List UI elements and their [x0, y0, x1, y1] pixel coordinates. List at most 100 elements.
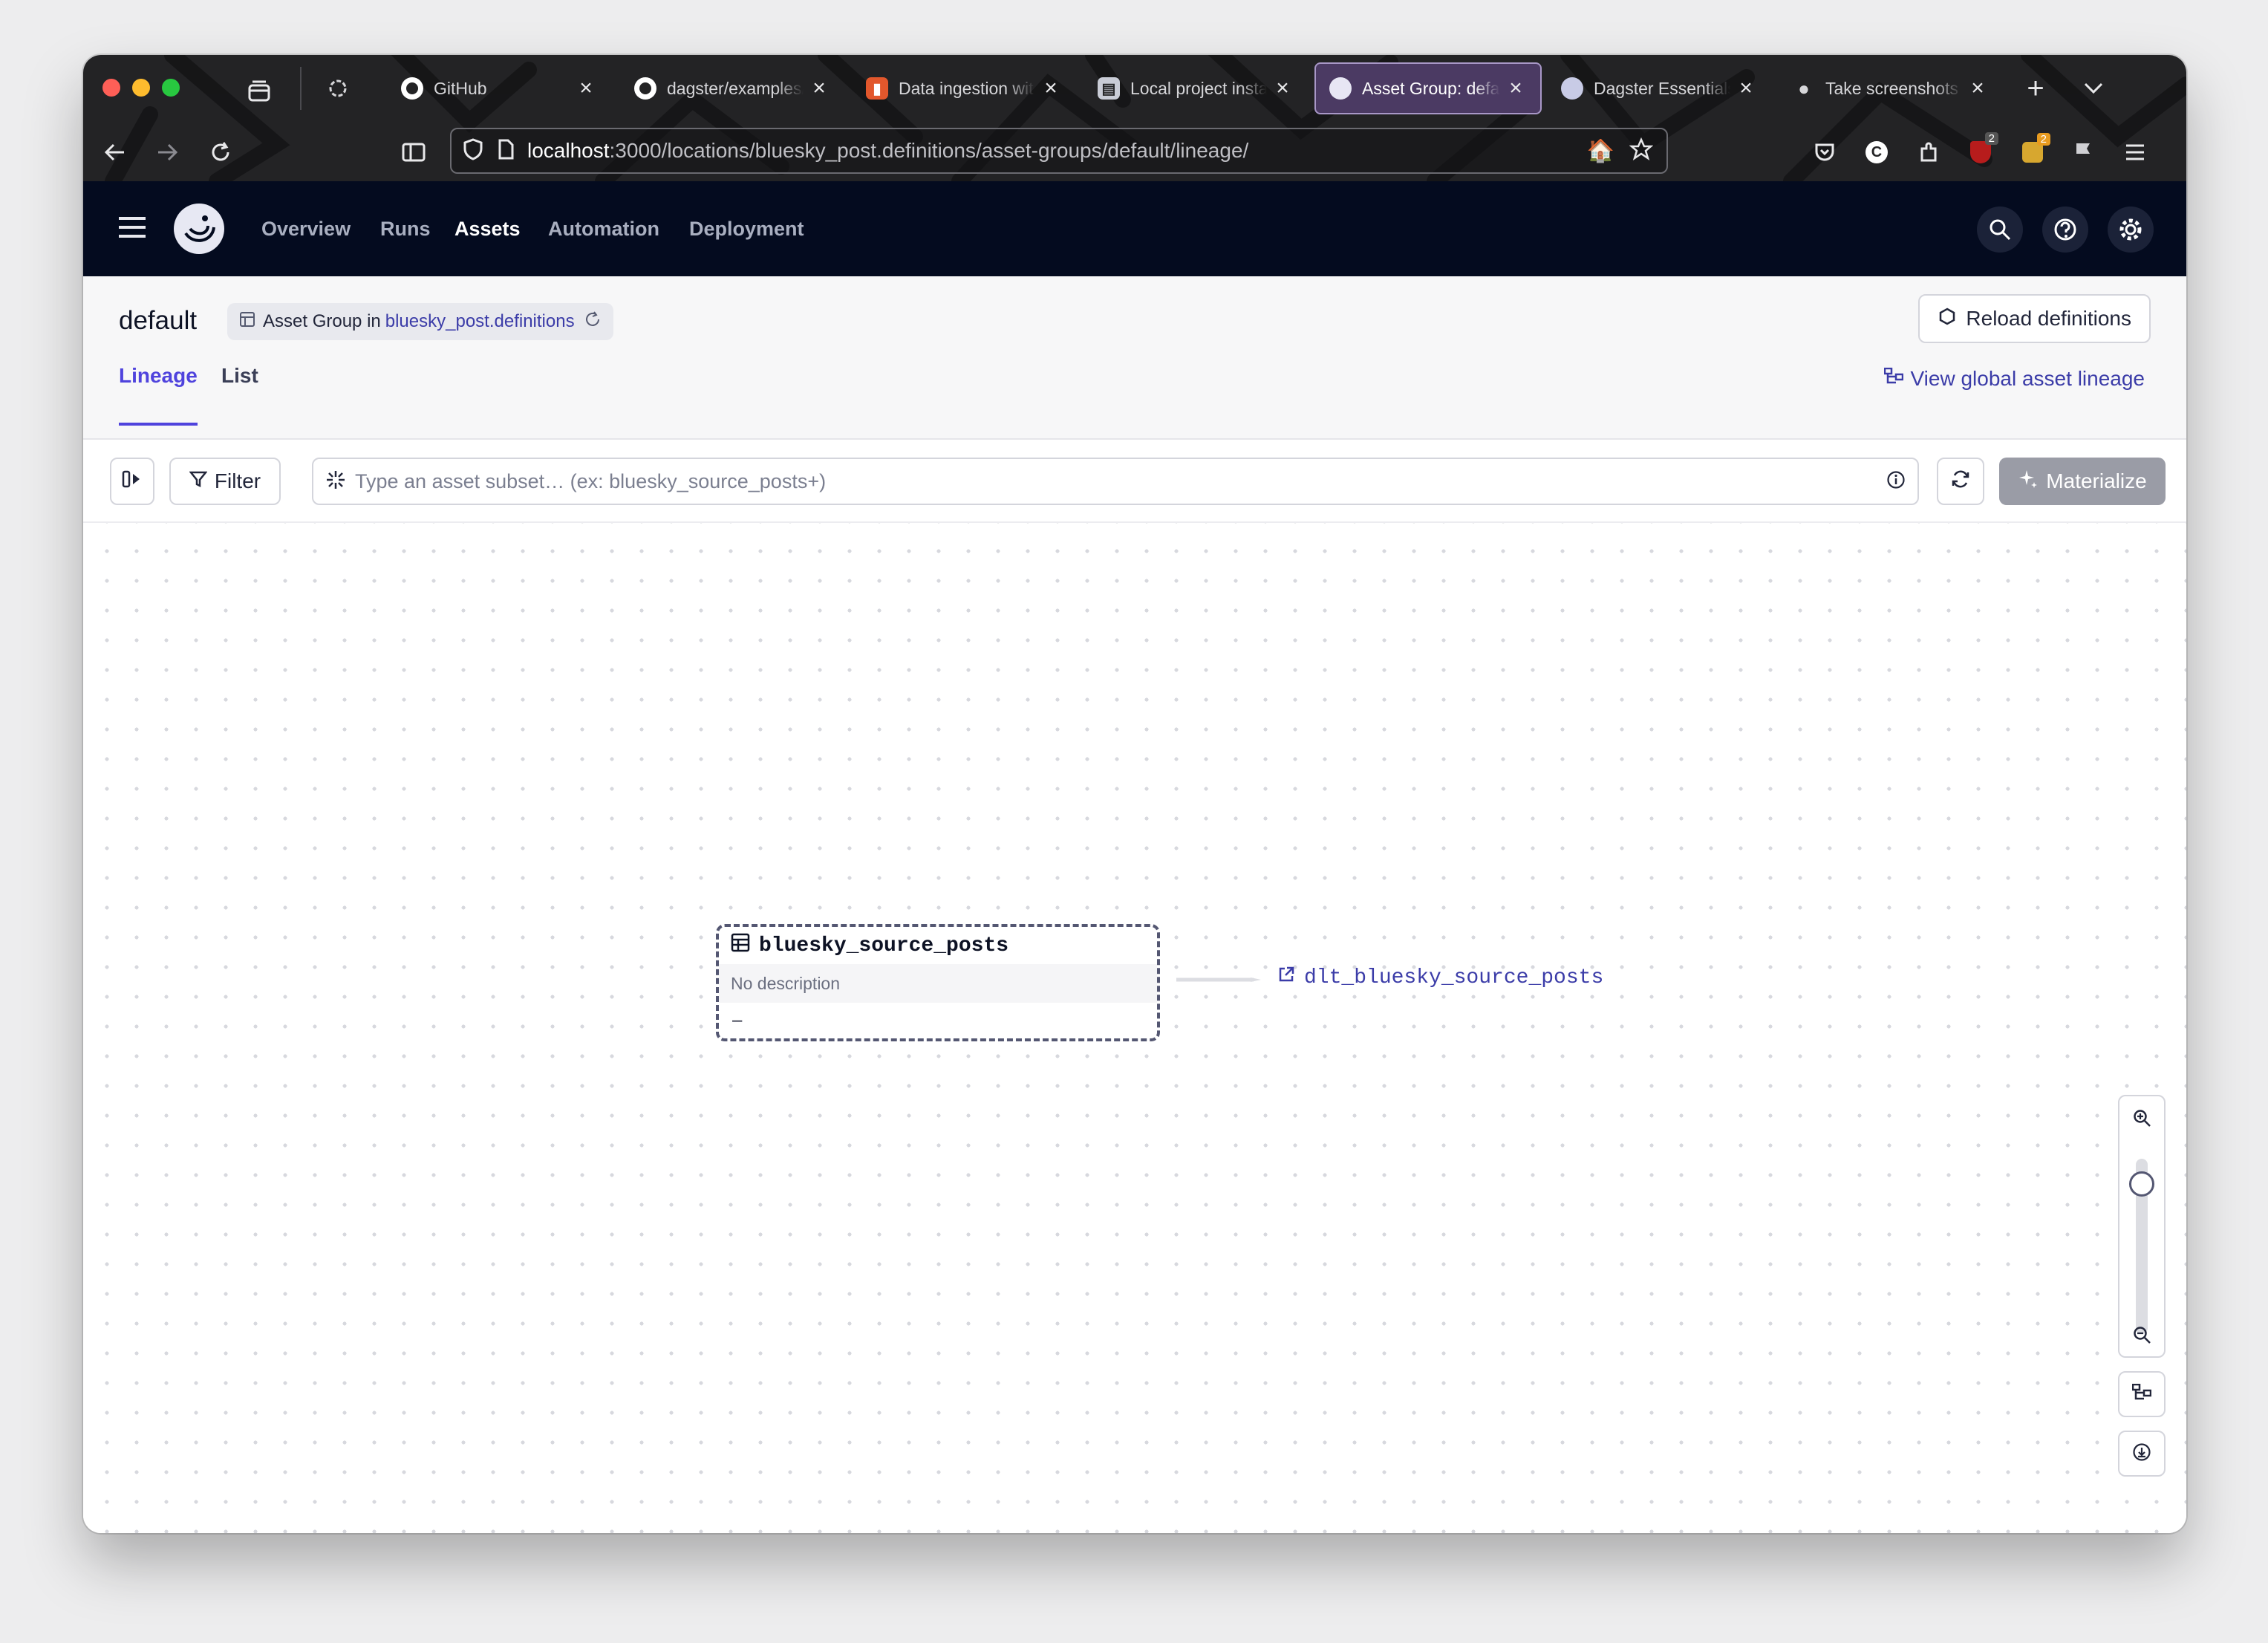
tab-label: Asset Group: defa [1362, 78, 1500, 98]
tab-overview-icon[interactable] [241, 73, 278, 110]
search-icon[interactable] [1977, 206, 2023, 253]
sparkle-icon [2018, 469, 2039, 495]
maximize-window-button[interactable] [162, 79, 180, 97]
tab-dagster-essentials[interactable]: Dagster Essentials × [1548, 62, 1770, 114]
url-bar[interactable]: localhost:3000/locations/bluesky_post.de… [450, 128, 1668, 174]
zoom-slider-thumb[interactable] [2129, 1171, 2154, 1197]
nav-automation[interactable]: Automation [548, 181, 659, 276]
menu-icon[interactable] [2117, 134, 2154, 171]
tab-label: dagster/examples/ [667, 78, 804, 98]
lineage-edge [1176, 977, 1261, 982]
zoom-out-icon[interactable] [2119, 1313, 2164, 1356]
asset-node-name: bluesky_source_posts [759, 934, 1009, 957]
tab-label: Take screenshots [1825, 78, 1958, 98]
layout-direction-button[interactable] [2118, 1371, 2166, 1417]
url-path: :3000/locations/bluesky_post.definitions… [609, 139, 1249, 162]
asset-node-status: – [732, 1010, 743, 1030]
code-location-link[interactable]: bluesky_post.definitions [385, 311, 575, 332]
star-icon[interactable] [1629, 137, 1654, 165]
close-icon[interactable]: × [1735, 76, 1757, 101]
close-icon[interactable]: × [1040, 76, 1062, 101]
bookmark-icon: ▮ [866, 77, 888, 100]
info-icon[interactable] [1886, 470, 1906, 493]
tab-label: Local project insta [1130, 78, 1267, 98]
filter-button[interactable]: Filter [169, 458, 281, 505]
table-icon [239, 311, 255, 333]
close-icon[interactable]: × [808, 76, 830, 101]
dagster-icon [1561, 77, 1583, 100]
tab-list-chevron-icon[interactable] [2075, 70, 2112, 107]
github-icon [634, 77, 656, 100]
nav-overview[interactable]: Overview [261, 181, 351, 276]
badge-count: 2 [1984, 132, 1998, 145]
openai-icon [327, 77, 349, 100]
page-title: default [119, 306, 198, 335]
lineage-graph-canvas[interactable]: bluesky_source_posts No description – dl… [83, 523, 2186, 1533]
asset-selection-search[interactable] [312, 458, 1919, 505]
back-icon[interactable] [97, 134, 134, 171]
sidebar-panel-button[interactable] [110, 458, 154, 505]
forward-icon[interactable] [149, 134, 186, 171]
extension-c-icon[interactable]: C [1858, 134, 1895, 171]
extensions-puzzle-icon[interactable] [1910, 134, 1947, 171]
new-tab-icon[interactable]: + [2017, 70, 2054, 107]
tab-github[interactable]: GitHub × [388, 62, 610, 114]
extension-flag-icon[interactable] [2065, 134, 2102, 171]
table-icon [731, 933, 750, 959]
reload-location-icon[interactable] [584, 310, 602, 334]
browser-window: GitHub × dagster/examples/ × ▮ Data inge… [83, 55, 2186, 1533]
external-link-icon [1277, 966, 1295, 990]
tab-lineage[interactable]: Lineage [119, 364, 198, 426]
zoom-in-icon[interactable] [2119, 1096, 2164, 1139]
tab-dagster-examples[interactable]: dagster/examples/ × [621, 62, 844, 114]
tab-take-screenshots[interactable]: ● Take screenshots × [1779, 62, 2002, 114]
home-icon[interactable]: 🏠 [1587, 138, 1614, 164]
asset-selection-input[interactable] [355, 469, 1886, 493]
help-icon[interactable] [2042, 206, 2088, 253]
close-icon[interactable]: × [1966, 76, 1989, 101]
close-window-button[interactable] [102, 79, 120, 97]
hamburger-menu-icon[interactable] [117, 215, 147, 243]
docs-icon: ▤ [1098, 77, 1120, 100]
dagster-logo-icon[interactable] [171, 201, 227, 261]
sidebar-toggle-icon[interactable] [395, 134, 432, 171]
nav-deployment[interactable]: Deployment [689, 181, 804, 276]
filter-label: Filter [214, 469, 261, 492]
extension-rocket-icon[interactable]: 2 [2014, 133, 2051, 171]
lineage-layout-icon [2131, 1383, 2152, 1405]
minimize-window-button[interactable] [132, 79, 150, 97]
shield-icon[interactable] [463, 137, 483, 164]
sparkle-selection-icon [325, 469, 346, 494]
nav-assets[interactable]: Assets [454, 181, 521, 276]
tab-divider [300, 67, 302, 110]
url-text: localhost:3000/locations/bluesky_post.de… [527, 139, 1248, 163]
tab-data-ingestion[interactable]: ▮ Data ingestion wit × [853, 62, 1075, 114]
reload-definitions-label: Reload definitions [1966, 307, 2131, 330]
reload-definitions-button[interactable]: Reload definitions [1918, 294, 2151, 343]
view-global-lineage-label: View global asset lineage [1910, 367, 2145, 390]
download-graph-button[interactable] [2118, 1431, 2166, 1477]
close-icon[interactable]: × [1505, 76, 1527, 101]
close-icon[interactable]: × [1271, 76, 1294, 101]
close-icon[interactable]: × [575, 76, 597, 101]
tab-asset-group[interactable]: Asset Group: defa × [1314, 62, 1542, 114]
downstream-asset-link[interactable]: dlt_bluesky_source_posts [1277, 966, 1603, 990]
filter-icon [189, 469, 208, 493]
tab-list[interactable]: List [221, 364, 258, 410]
page-info-icon[interactable] [498, 139, 514, 163]
asset-node[interactable]: bluesky_source_posts No description – [716, 924, 1160, 1041]
tab-openai[interactable] [313, 62, 365, 114]
gear-icon[interactable] [2108, 206, 2154, 253]
tab-label: Dagster Essentials [1594, 78, 1730, 98]
refresh-button[interactable] [1937, 458, 1984, 505]
apple-icon: ● [1798, 77, 1810, 100]
crumb-prefix: Asset Group in [263, 311, 381, 331]
reload-icon[interactable] [202, 134, 239, 171]
ublock-icon[interactable]: 2 [1962, 132, 1999, 171]
materialize-button[interactable]: Materialize [1999, 458, 2166, 505]
sidebar-panel-icon [122, 469, 143, 493]
nav-runs[interactable]: Runs [380, 181, 431, 276]
pocket-icon[interactable] [1806, 134, 1843, 171]
tab-local-project[interactable]: ▤ Local project insta × [1084, 62, 1307, 114]
view-global-lineage-link[interactable]: View global asset lineage [1883, 367, 2145, 391]
